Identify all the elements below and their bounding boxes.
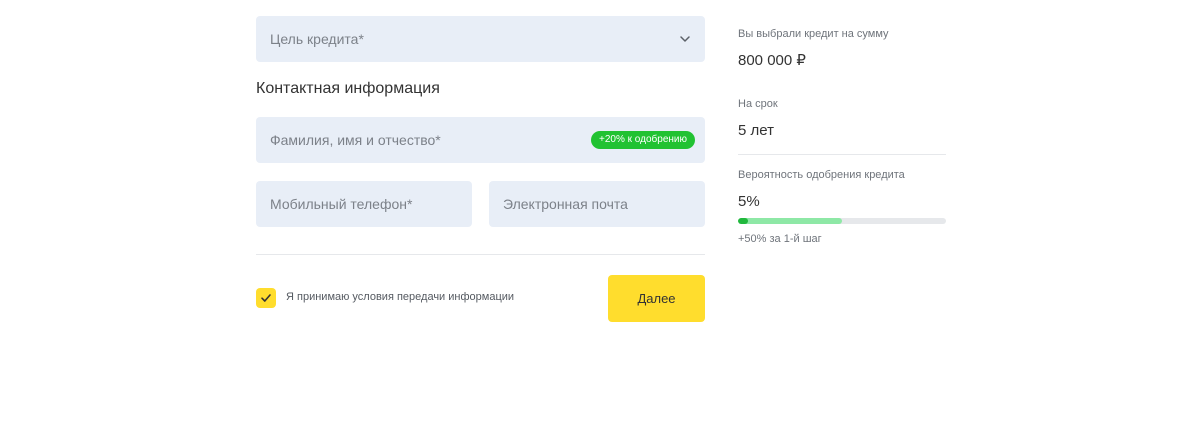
form-divider (256, 254, 705, 255)
next-button[interactable]: Далее (608, 275, 705, 322)
approval-label: Вероятность одобрения кредита (738, 169, 905, 181)
term-value: 5 лет (738, 122, 774, 139)
contact-info-heading: Контактная информация (256, 80, 440, 97)
consent-label[interactable]: Я принимаю условия передачи информации (286, 291, 514, 303)
phone-field[interactable]: Мобильный телефон* (256, 181, 472, 227)
loan-purpose-select[interactable]: Цель кредита* (256, 16, 705, 62)
approval-progress-bar (738, 218, 946, 224)
consent-checkbox[interactable] (256, 288, 276, 308)
fullname-placeholder: Фамилия, имя и отчество* (270, 132, 441, 148)
approval-bonus-badge: +20% к одобрению (591, 131, 695, 149)
amount-value: 800 000 ₽ (738, 52, 806, 69)
loan-purpose-placeholder: Цель кредита* (270, 31, 364, 47)
approval-progress-note: +50% за 1-й шаг (738, 233, 822, 245)
chevron-down-icon (680, 36, 690, 42)
email-placeholder: Электронная почта (503, 196, 628, 212)
checkmark-icon (261, 294, 271, 302)
summary-divider (738, 154, 946, 155)
phone-placeholder: Мобильный телефон* (270, 196, 413, 212)
amount-label: Вы выбрали кредит на сумму (738, 28, 889, 40)
term-label: На срок (738, 98, 778, 110)
approval-progress-fill (738, 218, 749, 224)
approval-progress-bonus (738, 218, 842, 224)
loan-application-page: Цель кредита* Контактная информация Фами… (0, 0, 1200, 442)
email-field[interactable]: Электронная почта (489, 181, 705, 227)
fullname-field[interactable]: Фамилия, имя и отчество* +20% к одобрени… (256, 117, 705, 163)
approval-value: 5% (738, 193, 760, 210)
